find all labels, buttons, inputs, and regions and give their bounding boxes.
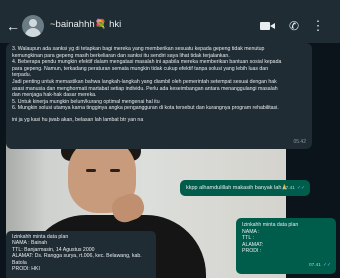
avatar-head [29, 19, 37, 27]
message-time: 05.42 [293, 139, 306, 146]
message-line: TTL : [242, 235, 254, 242]
incoming-message-bubble[interactable]: Izinkahh minta data plan NAMA : Bainah T… [6, 231, 156, 278]
message-line: NAMA : [242, 228, 260, 235]
voice-call-icon[interactable]: ✆ [286, 18, 302, 34]
message-line: dan menjaga hak-hak dasar mereka. [12, 92, 97, 99]
outgoing-message-bubble[interactable]: kkpp alhamdulillah makasih banyak lah🙏 0… [180, 180, 310, 196]
message-line: terpadu. [12, 72, 32, 79]
read-receipt-icon: ✓✓ [296, 186, 305, 191]
message-time: 07.41 [308, 263, 321, 269]
message-line: Izinkahh minta data plan [242, 222, 299, 228]
chat-area[interactable]: 3. Walaupun ada sanksi yg di tetapkan ba… [0, 43, 340, 278]
photo-eye-left [86, 169, 96, 172]
message-line: para gepeng. Namun, terkadang peraturan … [12, 65, 269, 72]
message-line: 6. Mungkin solusi utamya karna tingginya… [12, 105, 279, 112]
message-line: 4. Beberapa pendu mungkin efektif dalam … [12, 59, 282, 66]
message-time-wrap: 07.41 ✓✓ [309, 263, 331, 270]
incoming-message-bubble[interactable]: 3. Walaupun ada sanksi yg di tetapkan ba… [6, 43, 312, 149]
message-line: kemungkinan para gepeng masih berkeliara… [12, 52, 230, 59]
message-time: 07.41 [282, 186, 295, 191]
message-line: Jadi penting untuk memastikan bahwa lang… [12, 78, 277, 85]
back-arrow-icon[interactable]: ← [6, 17, 20, 35]
message-text: kkpp alhamdulillah makasih banyak lah🙏 [186, 185, 289, 191]
message-line: PRODI : [242, 248, 262, 255]
message-closing: ini ja yg kasi hu jwab akan, belasan lah… [12, 116, 144, 123]
avatar-body [25, 28, 41, 37]
photo-eye-right [110, 169, 120, 172]
status-bar [0, 0, 340, 9]
message-line: 3. Walaupun ada sanksi yg di tetapkan ba… [12, 46, 265, 52]
camera-lens [270, 23, 275, 29]
message-line: 5. Untuk kinerja mungkin belum/kurang op… [12, 98, 160, 105]
message-line: PRODI: HKI [12, 266, 40, 273]
contact-name[interactable]: ~bainahhh💐 hki [50, 19, 121, 30]
read-receipt-icon: ✓✓ [322, 263, 331, 269]
avatar[interactable] [22, 15, 44, 37]
outgoing-message-bubble[interactable]: Izinkahh minta data plan NAMA : TTL : AL… [236, 218, 336, 274]
message-line: asasi manusia dan menghormati martabat s… [12, 85, 278, 92]
chat-header: ← ~bainahhh💐 hki ✆ ⋮ [0, 9, 340, 43]
camera-body [260, 22, 270, 30]
message-time-wrap: 07.41 ✓✓ [283, 185, 305, 192]
message-line: ALAMAT: [242, 241, 264, 248]
more-options-icon[interactable]: ⋮ [310, 18, 326, 34]
message-line: ALAMAT: Ds. Rangga surya, rt.006, kec. B… [12, 253, 142, 266]
video-call-icon[interactable] [260, 18, 276, 34]
